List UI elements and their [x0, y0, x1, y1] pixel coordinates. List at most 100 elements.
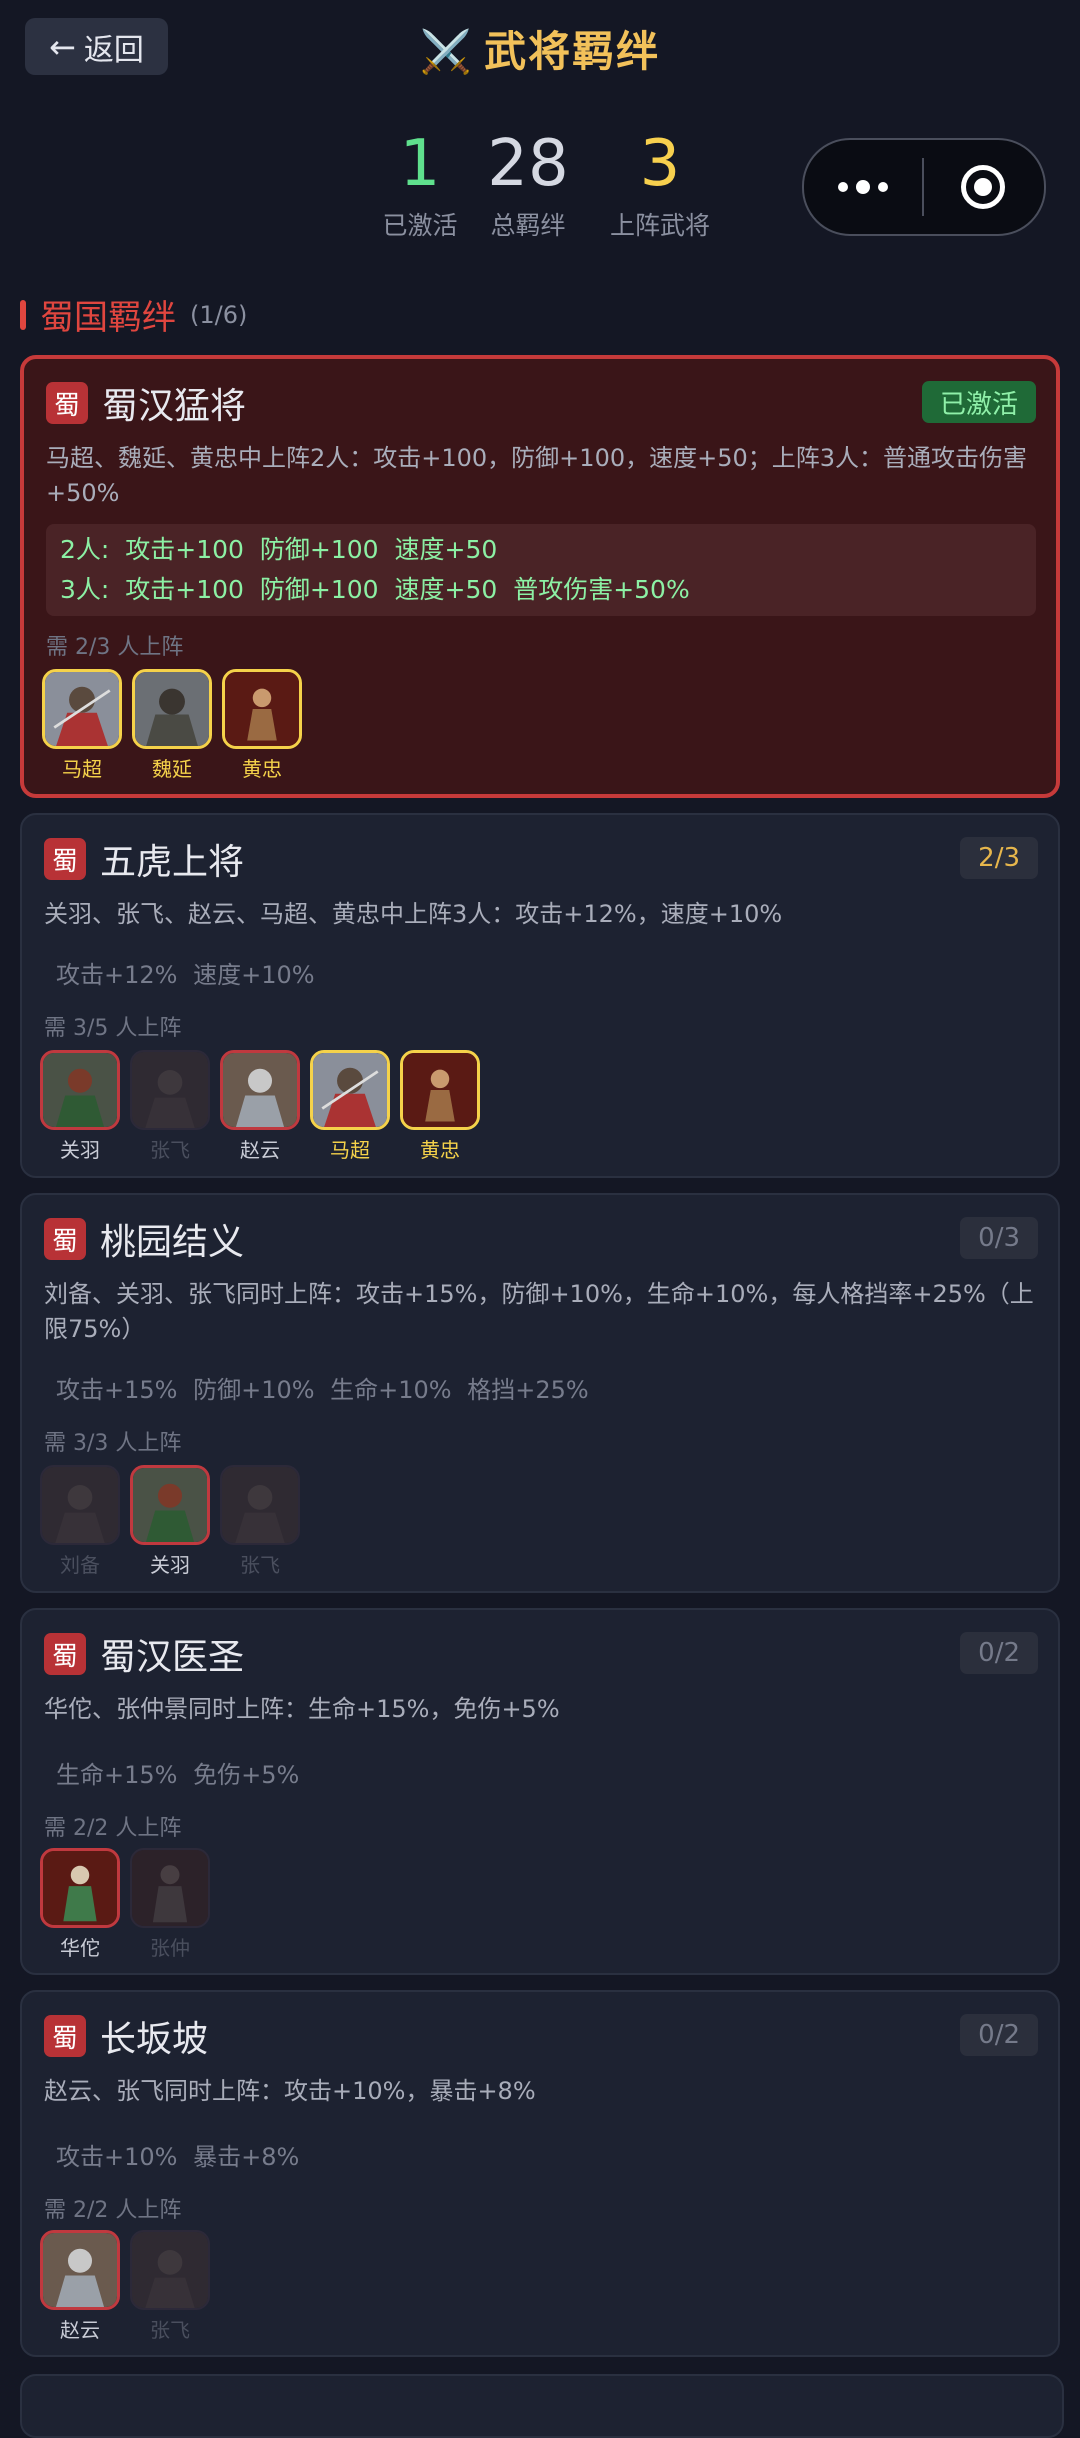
- bond-description: 华佗、张仲景同时上阵：生命+15%，免伤+5%: [44, 1695, 560, 1723]
- bond-card[interactable]: 蜀 长坂坡 0/2 赵云、张飞同时上阵：攻击+10%，暴击+8% 攻击+10% …: [20, 1990, 1060, 2357]
- stat-deployed-heroes: 3 上阵武将: [600, 128, 720, 242]
- section-count: (1/6): [190, 300, 248, 329]
- bond-effects: 攻击+15% 防御+10% 生命+10% 格挡+25%: [56, 1376, 589, 1404]
- bond-card-partial[interactable]: [20, 2374, 1064, 2438]
- card-header: 蜀 蜀汉医圣: [44, 1632, 244, 1678]
- bond-effects: 生命+15% 免伤+5%: [56, 1761, 300, 1789]
- bond-title: 桃园结义: [100, 1222, 245, 1263]
- section-header: 蜀国羁绊 (1/6): [20, 292, 248, 338]
- hero-name: 刘备: [60, 1553, 100, 1577]
- bond-effects: 攻击+12% 速度+10%: [56, 961, 315, 989]
- card-header: 蜀 桃园结义: [44, 1217, 244, 1263]
- section-accent-bar: [20, 299, 26, 330]
- stat-value: 1: [399, 127, 441, 201]
- requirement-text: 需 3/5 人上阵: [44, 1016, 182, 1041]
- stat-label: 已激活: [382, 211, 458, 240]
- requirement-text: 需 2/2 人上阵: [44, 1816, 182, 1841]
- bond-title: 五虎上将: [100, 842, 245, 883]
- hero-avatar: [130, 1050, 210, 1130]
- hero-name: 关羽: [150, 1553, 190, 1577]
- hero-avatar: [222, 669, 302, 749]
- hero-name: 张飞: [240, 1553, 280, 1577]
- hero-liubei[interactable]: 刘备: [40, 1465, 120, 1578]
- bond-card[interactable]: 蜀 五虎上将 2/3 关羽、张飞、赵云、马超、黄忠中上阵3人：攻击+12%，速度…: [20, 813, 1060, 1178]
- stat-label: 总羁绊: [490, 211, 566, 240]
- hero-zhangfei[interactable]: 张飞: [220, 1465, 300, 1578]
- kingdom-tag: 蜀: [46, 382, 88, 424]
- hero-avatar: [40, 2230, 120, 2310]
- hero-avatar: [130, 2230, 210, 2310]
- more-icon[interactable]: [804, 180, 922, 194]
- hero-zhangzhongjing[interactable]: 张仲: [130, 1848, 210, 1961]
- hero-machao[interactable]: 马超: [310, 1050, 390, 1163]
- hero-name: 马超: [62, 757, 102, 781]
- bond-card[interactable]: 蜀 蜀汉医圣 0/2 华佗、张仲景同时上阵：生命+15%，免伤+5% 生命+15…: [20, 1608, 1060, 1975]
- hero-zhaoyun[interactable]: 赵云: [220, 1050, 300, 1163]
- hero-name: 魏延: [152, 757, 192, 781]
- hero-name: 张飞: [150, 2318, 190, 2342]
- card-header: 蜀 五虎上将: [44, 837, 244, 883]
- progress-badge: 0/2: [960, 2014, 1038, 2056]
- progress-badge: 0/2: [960, 1632, 1038, 1674]
- hero-huangzhong[interactable]: 黄忠: [400, 1050, 480, 1163]
- stat-activated: 1 已激活: [360, 128, 480, 242]
- stat-label: 上阵武将: [609, 211, 710, 240]
- tier-effects: 2人: 攻击+100 防御+100 速度+50 3人: 攻击+100 防御+10…: [46, 524, 1036, 616]
- hero-avatar: [132, 669, 212, 749]
- hero-guanyu[interactable]: 关羽: [130, 1465, 210, 1578]
- miniprogram-capsule: [802, 138, 1046, 236]
- hero-name: 张仲: [150, 1936, 190, 1960]
- requirement-text: 需 2/3 人上阵: [46, 635, 184, 660]
- kingdom-tag: 蜀: [44, 2015, 86, 2057]
- page-title: ⚔️ 武将羁绊: [419, 27, 661, 76]
- hero-huangzhong[interactable]: 黄忠: [222, 669, 302, 782]
- card-header: 蜀 蜀汉猛将: [46, 381, 246, 427]
- hero-avatar: [310, 1050, 390, 1130]
- kingdom-tag: 蜀: [44, 1633, 86, 1675]
- hero-list: 刘备 关羽 张飞: [40, 1465, 300, 1578]
- hero-avatar: [220, 1465, 300, 1545]
- bond-description: 赵云、张飞同时上阵：攻击+10%，暴击+8%: [44, 2077, 536, 2105]
- hero-avatar: [40, 1050, 120, 1130]
- stats-summary: 1 已激活 28 总羁绊 3 上阵武将: [360, 128, 720, 248]
- hero-weiyan[interactable]: 魏延: [132, 669, 212, 782]
- kingdom-tag: 蜀: [44, 1218, 86, 1260]
- hero-list: 关羽 张飞 赵云 马超 黄忠: [40, 1050, 480, 1163]
- hero-zhangfei[interactable]: 张飞: [130, 2230, 210, 2343]
- hero-avatar: [400, 1050, 480, 1130]
- hero-name: 关羽: [60, 1138, 100, 1162]
- hero-machao[interactable]: 马超: [42, 669, 122, 782]
- bond-title: 蜀汉猛将: [102, 386, 247, 427]
- hero-zhaoyun[interactable]: 赵云: [40, 2230, 120, 2343]
- requirement-text: 需 3/3 人上阵: [44, 1431, 182, 1456]
- bond-card[interactable]: 蜀 桃园结义 0/3 刘备、关羽、张飞同时上阵：攻击+15%，防御+10%，生命…: [20, 1193, 1060, 1593]
- bond-title: 蜀汉医圣: [100, 1637, 245, 1678]
- hero-list: 马超 魏延 黄忠: [42, 669, 302, 782]
- bond-title: 长坂坡: [100, 2019, 209, 2060]
- section-name: 蜀国羁绊: [40, 298, 176, 338]
- progress-badge: 2/3: [960, 837, 1038, 879]
- close-miniprogram-icon[interactable]: [924, 165, 1042, 209]
- stat-value: 3: [639, 127, 681, 201]
- hero-huatuo[interactable]: 华佗: [40, 1848, 120, 1961]
- hero-name: 马超: [330, 1138, 370, 1162]
- top-bar: ← 返回 ⚔️ 武将羁绊: [0, 0, 1080, 90]
- status-badge: 已激活: [921, 381, 1036, 423]
- hero-avatar: [130, 1465, 210, 1545]
- hero-avatar: [130, 1848, 210, 1928]
- hero-list: 赵云 张飞: [40, 2230, 210, 2343]
- hero-zhangfei[interactable]: 张飞: [130, 1050, 210, 1163]
- hero-name: 黄忠: [420, 1138, 460, 1162]
- hero-avatar: [40, 1465, 120, 1545]
- bond-card[interactable]: 蜀 蜀汉猛将 已激活 马超、魏延、黄忠中上阵2人：攻击+100，防御+100，速…: [20, 355, 1060, 798]
- hero-list: 华佗 张仲: [40, 1848, 210, 1961]
- stat-total-bonds: 28 总羁绊: [468, 128, 588, 242]
- hero-name: 华佗: [60, 1936, 100, 1960]
- requirement-text: 需 2/2 人上阵: [44, 2198, 182, 2223]
- bond-effects: 攻击+10% 暴击+8%: [56, 2143, 300, 2171]
- hero-guanyu[interactable]: 关羽: [40, 1050, 120, 1163]
- hero-name: 张飞: [150, 1138, 190, 1162]
- crossed-swords-icon: ⚔️: [419, 27, 475, 76]
- hero-name: 赵云: [240, 1138, 280, 1162]
- bond-description: 马超、魏延、黄忠中上阵2人：攻击+100，防御+100，速度+50；上阵3人：普…: [46, 444, 1028, 507]
